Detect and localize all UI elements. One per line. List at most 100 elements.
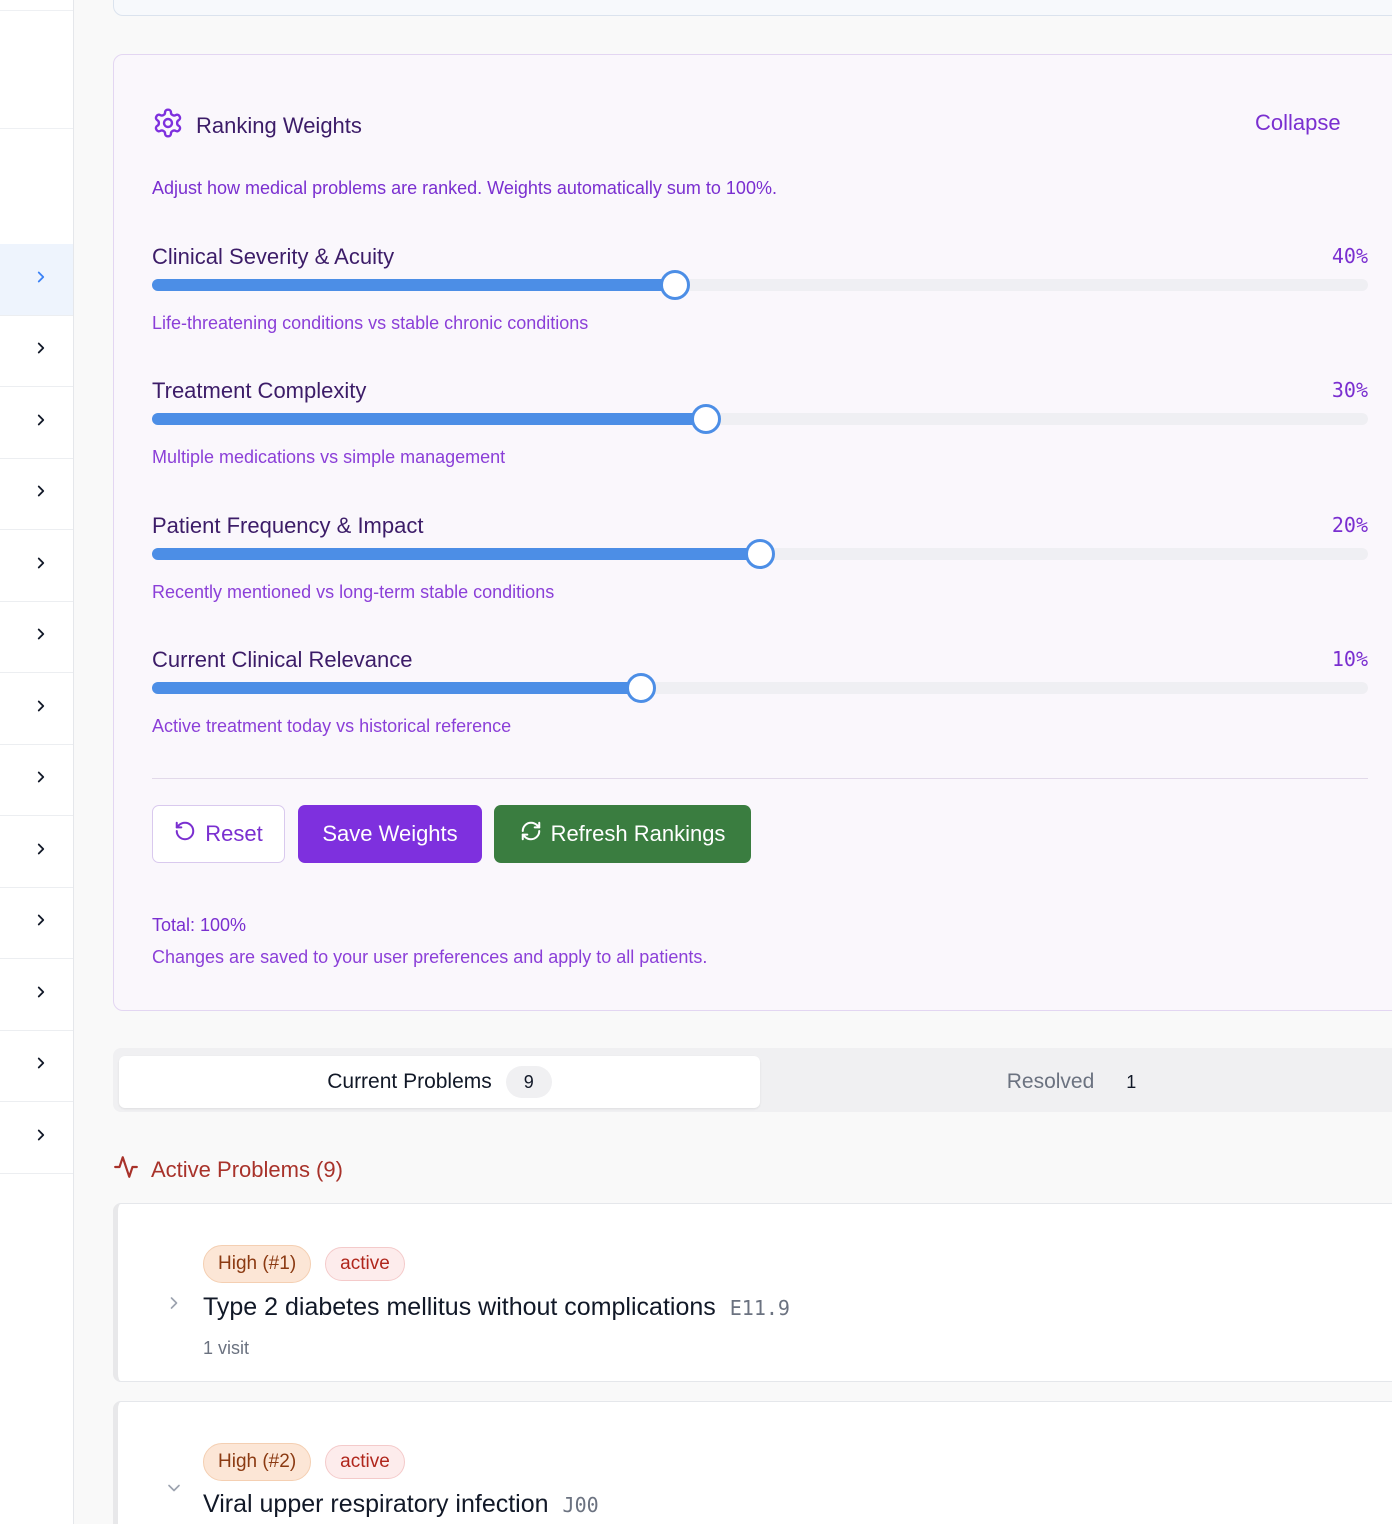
sidebar-divider — [0, 10, 73, 11]
slider-thumb[interactable] — [691, 404, 722, 434]
problem-title-row: Viral upper respiratory infection J00 — [203, 1490, 599, 1519]
active-problems-title: Active Problems (9) — [151, 1156, 343, 1182]
slider-fill — [152, 682, 641, 694]
sidebar-item[interactable] — [0, 387, 73, 459]
chevron-right-icon — [24, 911, 50, 934]
activity-icon — [113, 1154, 151, 1185]
slider-hint: Life-threatening conditions vs stable ch… — [152, 313, 589, 333]
priority-badge: High (#1) — [203, 1245, 312, 1283]
slider-label: Treatment Complexity — [152, 378, 367, 403]
tab-count-badge: 1 — [1126, 1071, 1137, 1092]
slider-label: Patient Frequency & Impact — [152, 513, 424, 538]
sidebar-item[interactable] — [0, 745, 73, 816]
problem-title: Type 2 diabetes mellitus without complic… — [203, 1293, 716, 1321]
sidebar-item[interactable] — [0, 888, 73, 959]
reset-button[interactable]: Reset — [152, 805, 285, 863]
save-weights-button[interactable]: Save Weights — [298, 805, 482, 863]
status-badge: active — [325, 1445, 405, 1479]
problem-title-row: Type 2 diabetes mellitus without complic… — [203, 1293, 790, 1322]
ranking-weights-header: Ranking Weights — [152, 107, 362, 144]
problem-title: Viral upper respiratory infection — [203, 1490, 549, 1518]
chevron-right-icon[interactable] — [164, 1293, 184, 1313]
slider-fill — [152, 548, 760, 560]
save-weights-label: Save Weights — [322, 821, 458, 846]
slider-hint: Multiple medications vs simple managemen… — [152, 447, 506, 467]
sidebar-item[interactable] — [0, 959, 73, 1031]
sidebar-item[interactable] — [0, 602, 73, 673]
sidebar — [0, 0, 74, 1524]
slider-label: Current Clinical Relevance — [152, 647, 413, 672]
weights-total: Total: 100% — [152, 915, 247, 935]
sidebar-item[interactable] — [0, 244, 73, 316]
slider-track[interactable] — [152, 673, 1368, 703]
problem-code: J00 — [562, 1493, 599, 1517]
sidebar-item[interactable] — [0, 1102, 73, 1174]
chevron-right-icon — [24, 268, 50, 291]
slider-thumb[interactable] — [625, 673, 656, 703]
slider-thumb[interactable] — [659, 270, 690, 300]
divider — [152, 778, 1368, 779]
sidebar-item[interactable] — [0, 316, 73, 387]
status-badge: active — [325, 1247, 405, 1281]
chevron-right-icon — [24, 554, 50, 577]
chevron-right-icon — [24, 1126, 50, 1149]
refresh-icon — [520, 820, 551, 848]
chevron-right-icon — [24, 697, 50, 720]
chevron-right-icon — [24, 625, 50, 648]
problem-code: E11.9 — [729, 1296, 790, 1320]
sidebar-item[interactable] — [0, 673, 73, 745]
sidebar-header — [0, 0, 73, 244]
refresh-rankings-label: Refresh Rankings — [550, 821, 726, 846]
slider-track[interactable] — [152, 404, 1368, 434]
slider-value: 10% — [1331, 647, 1368, 671]
slider-value: 20% — [1331, 513, 1368, 537]
collapse-button[interactable]: Collapse — [1255, 110, 1341, 136]
tab-label: Resolved — [1006, 1070, 1095, 1093]
chevron-right-icon — [24, 411, 50, 434]
slider-value: 40% — [1331, 244, 1368, 268]
summary-card — [113, 0, 1392, 16]
problem-tabs: Current Problems 9 Resolved 1 — [113, 1048, 1392, 1112]
gear-icon — [152, 107, 196, 144]
problem-badges: High (#2) active — [203, 1443, 405, 1481]
weights-note: Changes are saved to your user preferenc… — [152, 947, 708, 967]
slider-track[interactable] — [152, 270, 1368, 300]
chevron-right-icon — [24, 840, 50, 863]
sidebar-item[interactable] — [0, 530, 73, 602]
sidebar-item[interactable] — [0, 1031, 73, 1102]
sidebar-item[interactable] — [0, 459, 73, 530]
tab-label: Current Problems — [327, 1070, 492, 1093]
chevron-right-icon — [24, 768, 50, 791]
slider-value: 30% — [1331, 378, 1368, 402]
chevron-right-icon — [24, 983, 50, 1006]
problem-visits: 1 visit — [203, 1338, 250, 1358]
tab-current-problems[interactable]: Current Problems 9 — [119, 1056, 760, 1108]
chevron-down-icon[interactable] — [164, 1478, 184, 1498]
slider-thumb[interactable] — [745, 539, 775, 569]
ranking-weights-panel: Ranking Weights Collapse Adjust how medi… — [113, 54, 1392, 1011]
ranking-weights-title: Ranking Weights — [196, 112, 362, 138]
chevron-right-icon — [24, 339, 50, 362]
slider-label: Clinical Severity & Acuity — [152, 244, 395, 269]
ranking-weights-description: Adjust how medical problems are ranked. … — [152, 178, 777, 198]
slider-track[interactable] — [152, 539, 1368, 569]
problem-card[interactable]: High (#1) active Type 2 diabetes mellitu… — [113, 1203, 1392, 1382]
chevron-right-icon — [24, 482, 50, 505]
tab-count-badge: 9 — [505, 1066, 552, 1098]
tab-resolved[interactable]: Resolved 1 — [760, 1056, 1392, 1108]
slider-fill — [152, 279, 675, 291]
reset-icon — [174, 820, 205, 848]
problem-badges: High (#1) active — [203, 1245, 405, 1283]
slider-hint: Recently mentioned vs long-term stable c… — [152, 582, 555, 602]
problem-card[interactable]: High (#2) active Viral upper respiratory… — [113, 1401, 1392, 1524]
reset-label: Reset — [205, 821, 263, 846]
slider-hint: Active treatment today vs historical ref… — [152, 716, 512, 736]
refresh-rankings-button[interactable]: Refresh Rankings — [494, 805, 751, 863]
sidebar-rows — [0, 244, 73, 1174]
slider-fill — [152, 413, 707, 425]
sidebar-divider — [0, 128, 73, 129]
sidebar-item[interactable] — [0, 816, 73, 888]
priority-badge: High (#2) — [203, 1443, 312, 1481]
chevron-right-icon — [24, 1054, 50, 1077]
active-problems-header: Active Problems (9) — [113, 1154, 343, 1185]
